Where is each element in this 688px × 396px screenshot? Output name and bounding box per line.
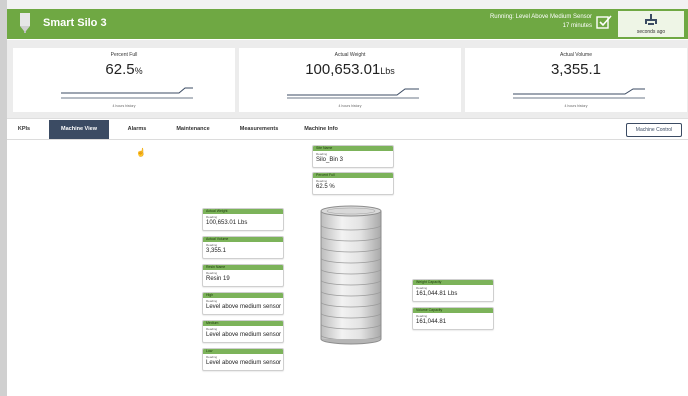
tile-title: High <box>203 293 283 298</box>
tile-medium-sensor[interactable]: Medium Reading Level above medium sensor <box>202 320 284 343</box>
network-icon <box>645 14 657 25</box>
tile-sub: Reading <box>206 299 218 303</box>
window-left-border <box>0 0 7 396</box>
tile-value: Level above medium sensor <box>206 332 282 338</box>
kpi-unit: % <box>134 66 143 76</box>
tile-title: Low <box>203 349 283 354</box>
tile-value: Resin 19 <box>206 276 230 282</box>
kpi-label: Percent Full <box>110 52 138 58</box>
tile-value: Level above medium sensor <box>206 304 282 310</box>
kpi-value: 3,355.1 <box>550 61 602 78</box>
tile-title: Volume Capacity <box>413 308 493 313</box>
app-title: Smart Silo 3 <box>43 17 107 29</box>
tile-value: 161,044.81 Lbs <box>416 291 458 297</box>
tile-value: 62.5 % <box>316 184 335 190</box>
tile-value: 3,355.1 <box>206 248 227 254</box>
tab-machine-view[interactable]: Machine View <box>49 120 109 139</box>
tab-bar: KPIs Machine View Alarms Maintenance Mea… <box>7 120 688 140</box>
kpi-sparkline <box>287 88 419 99</box>
silo-icon <box>20 13 30 33</box>
tile-title: Actual Volume <box>203 237 283 242</box>
connection-status[interactable]: seconds ago <box>618 11 684 37</box>
connection-label: seconds ago <box>636 29 666 35</box>
kpi-value: 100,653.01Lbs <box>305 61 395 78</box>
tab-alarms[interactable]: Alarms <box>109 120 165 139</box>
status-line2: 17 minutes <box>562 23 592 29</box>
tile-low-sensor[interactable]: Low Reading Level above medium sensor <box>202 348 284 371</box>
tile-title: Site Name <box>313 146 393 151</box>
tile-sub: Reading <box>206 243 218 247</box>
kpi-card-percent-full[interactable]: Percent Full 62.5% 4 hours history <box>13 48 235 112</box>
tab-machine-info[interactable]: Machine Info <box>291 120 351 139</box>
tile-resin-name[interactable]: Resin Name Reading Resin 19 <box>202 264 284 287</box>
tile-value: 100,653.01 Lbs <box>206 220 248 226</box>
tile-title: Weight Capacity <box>413 280 493 285</box>
kpi-card-actual-weight[interactable]: Actual Weight 100,653.01Lbs 4 hours hist… <box>239 48 461 112</box>
kpi-card-actual-volume[interactable]: Actual Volume 3,355.1 4 hours history <box>465 48 687 112</box>
kpi-strip: Percent Full 62.5% 4 hours history Actua… <box>7 40 688 119</box>
tile-title: Actual Weight <box>203 209 283 214</box>
kpi-value: 62.5% <box>105 61 143 78</box>
window-top-bar <box>0 0 688 9</box>
kpi-sparkline <box>61 87 193 99</box>
tile-volume-capacity[interactable]: Volume Capacity Reading 161,044.81 <box>412 307 494 330</box>
tile-site-name[interactable]: Site Name Reading Silo_Bin 3 <box>312 145 394 168</box>
tile-title: Medium <box>203 321 283 326</box>
tile-sub: Reading <box>316 152 328 156</box>
tile-weight-capacity[interactable]: Weight Capacity Reading 161,044.81 Lbs <box>412 279 494 302</box>
tab-maintenance[interactable]: Maintenance <box>165 120 221 139</box>
silo-graphic <box>320 205 382 345</box>
check-icon <box>596 15 612 29</box>
tile-sub: Reading <box>206 271 218 275</box>
kpi-unit: Lbs <box>380 66 395 76</box>
kpi-label: Actual Weight <box>334 52 366 58</box>
tab-measurements[interactable]: Measurements <box>227 120 291 139</box>
tile-title: Percent Full <box>313 173 393 178</box>
machine-control-button[interactable]: Machine Control <box>626 123 682 137</box>
tile-value: Level above medium sensor <box>206 360 282 366</box>
kpi-sparkline <box>513 88 645 99</box>
tile-value: Silo_Bin 3 <box>316 157 344 163</box>
tile-sub: Reading <box>206 355 218 359</box>
status-line1: Running: Level Above Medium Sensor <box>489 14 592 20</box>
tile-sub: Reading <box>416 314 428 318</box>
tile-sub: Reading <box>206 327 218 331</box>
kpi-label: Actual Volume <box>560 52 592 58</box>
app-header: Smart Silo 3 Running: Level Above Medium… <box>7 9 688 39</box>
machine-status: Running: Level Above Medium Sensor 17 mi… <box>490 13 592 31</box>
tile-sub: Reading <box>316 179 328 183</box>
tile-value: 161,044.81 <box>416 319 447 325</box>
tile-actual-weight[interactable]: Actual Weight Reading 100,653.01 Lbs <box>202 208 284 231</box>
tile-sub: Reading <box>416 286 428 290</box>
tile-percent-full[interactable]: Percent Full Reading 62.5 % <box>312 172 394 195</box>
tile-sub: Reading <box>206 215 218 219</box>
tile-title: Resin Name <box>203 265 283 270</box>
kpi-history-label: 4 hours history <box>338 104 362 108</box>
tab-kpis[interactable]: KPIs <box>9 120 39 139</box>
tile-actual-volume[interactable]: Actual Volume Reading 3,355.1 <box>202 236 284 259</box>
kpi-history-label: 4 hours history <box>112 104 136 108</box>
tile-high-sensor[interactable]: High Reading Level above medium sensor <box>202 292 284 315</box>
kpi-history-label: 4 hours history <box>564 104 588 108</box>
hand-cursor-icon: ☝ <box>136 148 146 157</box>
